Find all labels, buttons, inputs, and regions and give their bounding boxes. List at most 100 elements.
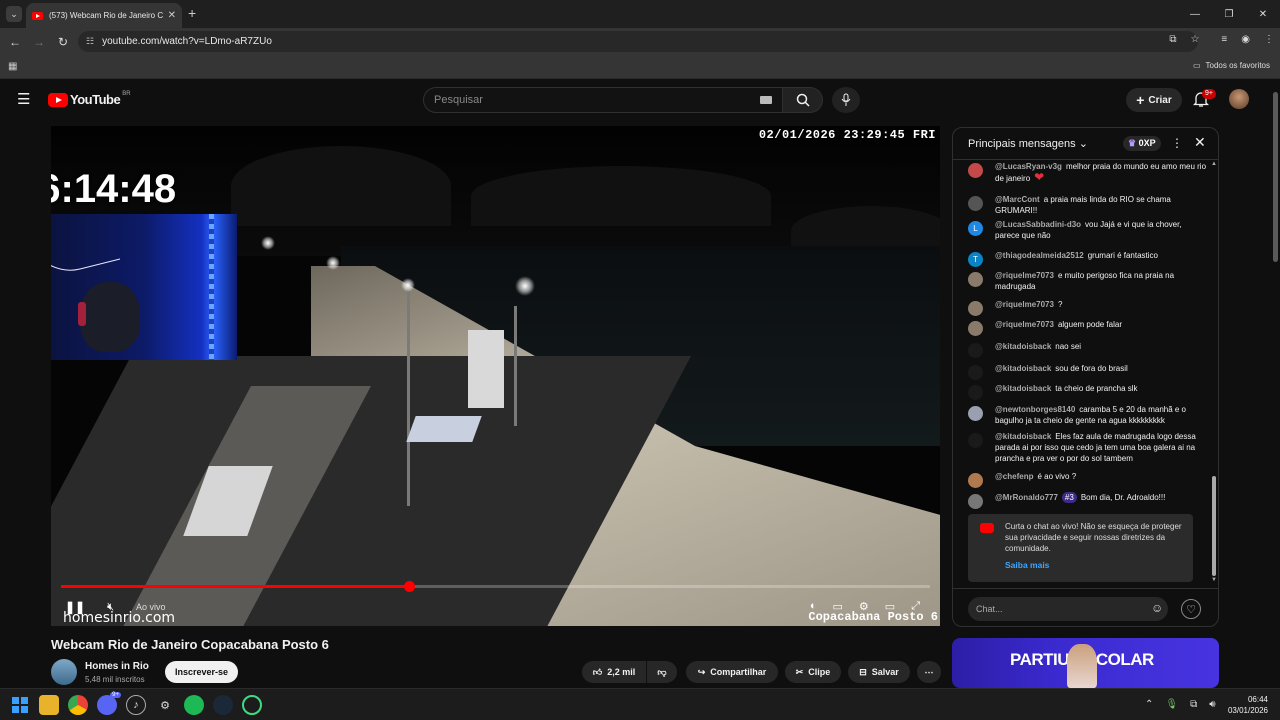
chat-author-name[interactable]: @kitadoisback: [995, 432, 1051, 441]
settings-app-icon[interactable]: ⚙: [155, 695, 175, 715]
more-actions-button[interactable]: ⋯: [917, 661, 941, 683]
media-controls-icon[interactable]: ≡: [1221, 34, 1227, 45]
chat-author-name[interactable]: @riquelme7073: [995, 320, 1054, 329]
back-icon[interactable]: ←: [3, 35, 27, 49]
site-info-icon[interactable]: ☷: [86, 36, 94, 47]
menu-icon[interactable]: ☰: [17, 92, 30, 107]
user-avatar[interactable]: [1229, 89, 1249, 109]
chat-more-options-icon[interactable]: ⋮: [1171, 136, 1183, 150]
chat-message[interactable]: @riquelme7073?: [968, 299, 1208, 316]
chat-message[interactable]: @chefenp é ao vivo ?: [968, 471, 1208, 488]
profile-icon[interactable]: ◉: [1241, 34, 1250, 45]
chat-message[interactable]: T @thiagodealmeida2512 grumari é fantastic…: [968, 250, 1208, 267]
chat-message[interactable]: @MarcCont a praia mais linda do RIO se ch…: [968, 194, 1208, 216]
chat-message[interactable]: @riquelme7073 e muito perigoso fica na pr…: [968, 270, 1208, 292]
chat-author-name[interactable]: @LucasSabbadini-d3o: [995, 220, 1081, 229]
video-player[interactable]: 02/01/2026 23:29:45 FRI 96:14:48 ❚❚ 🔇︎ A…: [51, 126, 940, 626]
chat-author-avatar[interactable]: T: [968, 252, 983, 267]
chat-close-icon[interactable]: ✕: [1194, 134, 1206, 151]
share-button[interactable]: ↪ Compartilhar: [686, 661, 778, 683]
chat-message[interactable]: @MrRonaldo777 #3 Bom dia, Dr. Adroaldo!!!: [968, 492, 1208, 509]
chat-author-avatar[interactable]: [968, 343, 983, 358]
window-close-icon[interactable]: ✕: [1246, 0, 1280, 28]
chrome-icon[interactable]: [68, 695, 88, 715]
heart-reaction-icon[interactable]: ♡: [1181, 599, 1201, 619]
chat-scrollbar[interactable]: ▲ ▼: [1210, 161, 1218, 585]
system-clock[interactable]: 06:44 03/01/2026: [1228, 694, 1268, 716]
forward-icon[interactable]: →: [27, 35, 51, 49]
microphone-tray-icon[interactable]: 🎙︎: [1165, 699, 1178, 710]
create-button[interactable]: + Criar: [1126, 88, 1182, 112]
spotify-icon[interactable]: [184, 695, 204, 715]
search-button[interactable]: [783, 87, 823, 113]
chat-author-avatar[interactable]: [968, 272, 983, 287]
keyboard-icon[interactable]: [760, 96, 772, 104]
dislike-button[interactable]: 👎︎: [647, 661, 677, 683]
chat-message[interactable]: @LucasRyan-v3g melhor praia do mundo eu a…: [968, 161, 1208, 184]
chat-author-name[interactable]: @kitadoisback: [995, 342, 1051, 351]
page-scroll-thumb[interactable]: [1273, 92, 1278, 262]
page-scrollbar[interactable]: [1270, 80, 1280, 688]
video-progress-handle[interactable]: [403, 581, 415, 592]
emoji-icon[interactable]: ☺: [1151, 601, 1163, 615]
chat-author-avatar[interactable]: [968, 406, 983, 421]
restore-icon[interactable]: ❐: [1212, 0, 1246, 28]
chat-author-name[interactable]: @MarcCont: [995, 195, 1040, 204]
file-explorer-icon[interactable]: [39, 695, 59, 715]
apps-grid-icon[interactable]: ▦: [8, 61, 17, 72]
chat-author-avatar[interactable]: [968, 433, 983, 448]
media-app-icon[interactable]: ♪: [126, 695, 146, 715]
chat-author-name[interactable]: @LucasRyan-v3g: [995, 162, 1062, 171]
search-input[interactable]: Pesquisar: [423, 87, 783, 113]
fullscreen-icon[interactable]: ⤢: [911, 600, 920, 613]
clip-button[interactable]: ✂ Clipe: [785, 661, 841, 683]
discord-icon[interactable]: 9+: [97, 692, 121, 715]
youtube-logo[interactable]: YouTube BR: [48, 91, 131, 107]
theater-mode-icon[interactable]: ▭: [885, 600, 895, 613]
video-progress-bar[interactable]: [61, 581, 930, 592]
volume-icon[interactable]: 🔊︎: [1209, 699, 1215, 710]
channel-avatar[interactable]: [51, 659, 77, 685]
ad-banner[interactable]: PARTIU DECOLAR: [952, 638, 1219, 688]
chat-author-avatar[interactable]: [968, 163, 983, 178]
scroll-up-icon[interactable]: ▲: [1211, 161, 1217, 167]
address-bar[interactable]: ☷ youtube.com/watch?v=LDmo-aR7ZUo: [78, 31, 1198, 52]
chat-mode-dropdown[interactable]: Principais mensagens ⌄: [968, 137, 1088, 150]
chat-author-avatar[interactable]: [968, 196, 983, 211]
network-icon[interactable]: ⧉: [1190, 699, 1197, 710]
chat-author-avatar[interactable]: [968, 473, 983, 488]
scroll-down-icon[interactable]: ▼: [1211, 577, 1217, 583]
steam-icon[interactable]: [213, 695, 233, 715]
chat-author-avatar[interactable]: [968, 321, 983, 336]
voice-search-button[interactable]: [832, 87, 860, 113]
settings-gear-icon[interactable]: ⚙: [859, 600, 869, 613]
chat-author-avatar[interactable]: [968, 385, 983, 400]
browser-menu-icon[interactable]: ⋮: [1264, 34, 1274, 45]
all-bookmarks-button[interactable]: ▭ Todos os favoritos: [1193, 61, 1270, 70]
chat-message[interactable]: @kitadoisback nao sei: [968, 341, 1208, 358]
save-button[interactable]: ⊟ Salvar: [848, 661, 910, 683]
subscribe-button[interactable]: Inscrever-se: [165, 661, 238, 683]
chat-author-name[interactable]: @thiagodealmeida2512: [995, 251, 1084, 260]
chat-author-name[interactable]: @riquelme7073: [995, 300, 1054, 309]
tray-overflow-icon[interactable]: ⌃: [1145, 699, 1153, 710]
chat-author-name[interactable]: @newtonborges8140: [995, 405, 1075, 414]
install-app-icon[interactable]: ⧉: [1169, 34, 1176, 45]
channel-name[interactable]: Homes in Rio: [85, 661, 149, 672]
chat-author-name[interactable]: @kitadoisback: [995, 364, 1051, 373]
chat-author-avatar[interactable]: L: [968, 221, 983, 236]
chat-author-name[interactable]: @MrRonaldo777: [995, 493, 1058, 502]
chat-message[interactable]: @newtonborges8140 caramba 5 e 20 da manhã…: [968, 404, 1208, 426]
reload-icon[interactable]: ↻: [51, 35, 75, 49]
chat-author-name[interactable]: @chefenp: [995, 472, 1033, 481]
new-tab-icon[interactable]: +: [188, 5, 196, 21]
chat-message[interactable]: @riquelme7073 alguem pode falar: [968, 319, 1208, 336]
chat-author-name[interactable]: @kitadoisback: [995, 384, 1051, 393]
chat-author-avatar[interactable]: [968, 301, 983, 316]
xp-badge[interactable]: ♛ 0XP: [1123, 136, 1161, 151]
chat-input[interactable]: Chat...: [968, 597, 1168, 621]
chat-message[interactable]: @kitadoisback ta cheio de prancha slk: [968, 383, 1208, 400]
chat-message[interactable]: @kitadoisback Eles faz aula de madrugada …: [968, 431, 1208, 464]
minimize-icon[interactable]: —: [1178, 0, 1212, 28]
app-icon[interactable]: [242, 695, 262, 715]
